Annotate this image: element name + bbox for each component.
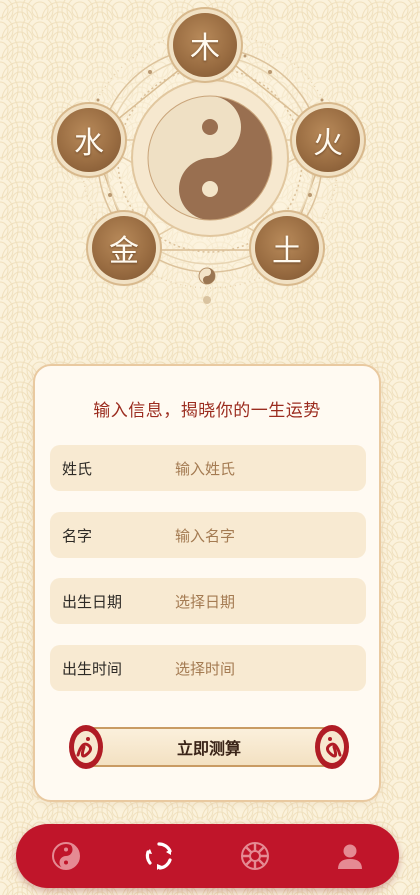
element-water-char: 水 [74, 126, 104, 161]
birth-date-picker[interactable]: 选择日期 [175, 591, 235, 612]
right-dragon-icon [315, 725, 349, 769]
wuxing-diagram: 木 火 土 金 水 [0, 0, 420, 340]
yin-yang-icon [52, 842, 80, 870]
birth-time-picker[interactable]: 选择时间 [175, 658, 235, 679]
surname-label: 姓氏 [62, 459, 93, 478]
element-metal-char: 金 [109, 234, 139, 269]
birth-time-field[interactable]: 出生时间 选择时间 [50, 645, 366, 691]
element-wood-char: 木 [190, 31, 220, 66]
element-fire-char: 火 [313, 126, 343, 161]
surname-input[interactable]: 输入姓氏 [175, 458, 235, 479]
surname-field[interactable]: 姓氏 输入姓氏 [50, 445, 366, 491]
birth-date-field[interactable]: 出生日期 选择日期 [50, 578, 366, 624]
birth-date-label: 出生日期 [62, 592, 123, 611]
element-earth-char: 土 [272, 234, 302, 269]
nav-swirl[interactable] [143, 840, 175, 872]
element-wood-badge[interactable]: 木 [173, 13, 237, 77]
element-metal-badge[interactable]: 金 [92, 216, 156, 280]
form-title: 输入信息，揭晓你的一生运势 [93, 401, 321, 421]
given-name-label: 名字 [62, 526, 93, 545]
element-earth-badge[interactable]: 土 [255, 216, 319, 280]
swirl-icon [145, 842, 172, 870]
profile-icon [338, 844, 362, 869]
nav-yin-yang[interactable] [50, 840, 82, 872]
bagua-icon [241, 842, 269, 870]
submit-button-wrap: 立即测算 [66, 721, 352, 773]
fortune-form-card: 输入信息，揭晓你的一生运势 姓氏 输入姓氏 名字 输入名字 出生日期 选择日期 … [33, 364, 381, 802]
left-dragon-icon [69, 725, 103, 769]
given-name-field[interactable]: 名字 输入名字 [50, 512, 366, 558]
calculate-now-button[interactable]: 立即测算 [80, 727, 338, 767]
given-name-input[interactable]: 输入名字 [175, 525, 235, 546]
nav-profile[interactable] [334, 840, 366, 872]
element-fire-badge[interactable]: 火 [296, 108, 360, 172]
nav-bagua[interactable] [239, 840, 271, 872]
bottom-nav-bar [16, 824, 399, 888]
birth-time-label: 出生时间 [62, 659, 123, 678]
element-water-badge[interactable]: 水 [57, 108, 121, 172]
